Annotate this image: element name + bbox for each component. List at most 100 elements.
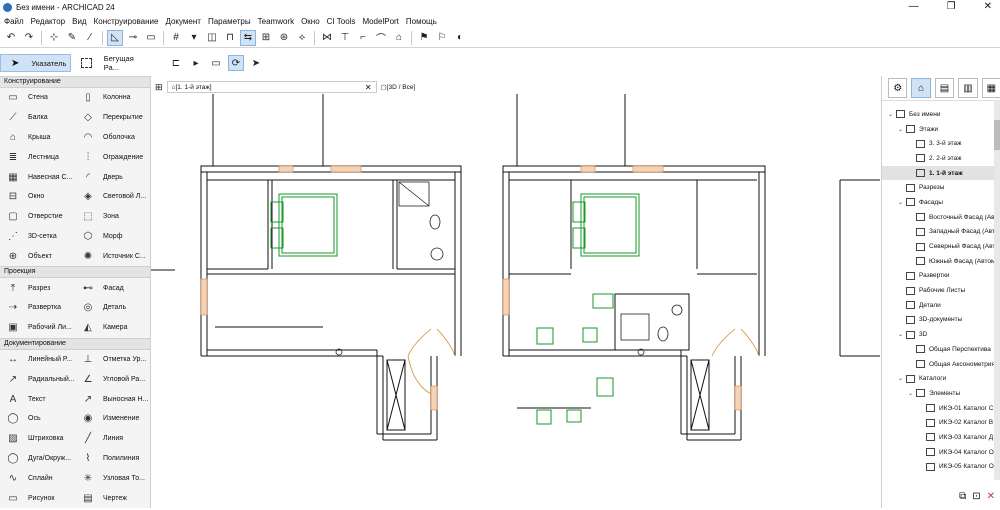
navigator-item[interactable]: ИКЭ-04 Каталог О [882,445,1000,460]
navigator-item[interactable]: ⌄ Фасады [882,195,1000,210]
tool-stair[interactable]: ≣ Лестница [0,147,75,167]
chevron-down-icon[interactable]: ⌄ [908,390,916,397]
gravity-icon[interactable]: ▭ [143,30,159,46]
navigator-item[interactable]: 1. 1-й этаж [882,165,1000,181]
navigator-item[interactable]: Детали [882,298,1000,313]
new-view-icon[interactable]: ⧉ [959,491,966,502]
rotate-selection-icon[interactable]: ⟳ [228,55,244,71]
arrow-right-icon[interactable]: ▸ [188,55,204,71]
split-icon[interactable]: ⋈ [319,30,335,46]
tool-fill[interactable]: ▨ Штриховка [0,429,75,449]
tool-polyline[interactable]: ⌇ Полилиния [75,449,150,469]
tool-door[interactable]: ◜ Дверь [75,167,150,187]
lock-icon[interactable]: ⊓ [222,30,238,46]
view-grid-icon[interactable]: ⊞ [155,82,163,93]
maximize-button[interactable]: ❐ [947,0,956,14]
tool-radial-dimension[interactable]: ↗ Радиальный... [0,369,75,389]
delete-icon[interactable]: ✕ [987,491,995,502]
tool-window[interactable]: ⊟ Окно [0,187,75,207]
tab-floor-plan[interactable]: ⌂ [1. 1-й этаж] ✕ [166,81,377,93]
tool-change[interactable]: ◉ Изменение [75,409,150,429]
layer-icon[interactable]: ◫ [204,30,220,46]
tool-section[interactable]: ⤒ Разрез [0,278,75,298]
layout-book-icon[interactable]: ▥ [958,78,978,98]
tool-slab[interactable]: ◇ Перекрытие [75,108,150,128]
pointer-tool[interactable]: ➤ Указатель [0,54,71,72]
view-map-icon[interactable]: ▤ [934,78,955,98]
tool-line[interactable]: ╱ Линия [75,429,150,449]
tool-drawing[interactable]: ▤ Чертеж [75,488,150,508]
navigator-item[interactable]: Общая Аксонометрия [882,357,1000,372]
project-map-icon[interactable]: ⌂ [911,78,931,98]
menu-document[interactable]: Документ [165,17,201,26]
close-window-button[interactable]: ✕ [984,0,992,14]
floor-plan-drawing[interactable] [151,94,880,508]
cursor-icon[interactable]: ➤ [248,55,264,71]
arrow-down-icon[interactable]: ▾ [186,30,202,46]
navigator-item[interactable]: ИКЭ-03 Каталог Д [882,430,1000,445]
tool-opening[interactable]: ▢ Отверстие [0,207,75,227]
navigator-item[interactable]: Восточный Фасад (Авт [882,210,1000,225]
navigator-settings-icon[interactable]: ⚙ [888,78,908,98]
marquee-tool[interactable]: Бегущая Ра... [71,54,150,72]
clone-icon[interactable]: ⊡ [972,491,980,502]
adjust-icon[interactable]: ⊤ [337,30,353,46]
toolbox-section-header[interactable]: Конструирование [0,76,150,88]
publisher-icon[interactable]: ▦ [981,78,1000,98]
geometry-method-icon[interactable]: ⊏ [168,55,184,71]
intersect-icon[interactable]: ⌐ [355,30,371,46]
tool-object[interactable]: ⊕ Объект [0,246,75,266]
menu-edit[interactable]: Редактор [31,17,65,26]
navigator-item[interactable]: Рабочие Листы [882,283,1000,298]
menu-view[interactable]: Вид [72,17,86,26]
offset-icon[interactable]: ⌂ [391,30,407,46]
trace-icon[interactable]: ⇆ [240,29,256,46]
tool-linear-dimension[interactable]: ↔ Линейный Р... [0,350,75,370]
tool-detail[interactable]: ◎ Деталь [75,298,150,318]
navigator-item[interactable]: ⌄ Этажи [882,122,1000,137]
navigator-item[interactable]: Развертки [882,269,1000,284]
tool-grid[interactable]: ◯ Ось [0,409,75,429]
tool-lamp[interactable]: ✺ Источник С... [75,246,150,266]
tool-zone[interactable]: ⬚ Зона [75,207,150,227]
navigator-item[interactable]: ИКЭ-05 Каталог О [882,460,1000,475]
menu-options[interactable]: Параметры [208,17,251,26]
rotate-view-icon[interactable]: ⊛ [276,30,292,46]
navigator-item[interactable]: ⌄ 3D [882,327,1000,342]
fillet-icon[interactable]: ⌒ [373,30,389,46]
navigator-item[interactable]: ⌄ Без имени [882,107,1000,122]
chevron-down-icon[interactable]: ⌄ [898,375,906,382]
menu-help[interactable]: Помощь [406,17,437,26]
tool-label[interactable]: ↗ Выносная Н... [75,389,150,409]
navigator-scrollbar[interactable] [994,100,1000,480]
navigator-item[interactable]: Северный Фасад (Авто [882,239,1000,254]
rectangle-select-icon[interactable]: ▭ [208,55,224,71]
tool-arc[interactable]: ◯ Дуга/Окруж... [0,449,75,469]
marker-icon[interactable]: ⚐ [434,30,450,46]
menu-design[interactable]: Конструирование [94,17,159,26]
chevron-down-icon[interactable]: ⌄ [898,199,906,206]
tool-railing[interactable]: ⫶ Ограждение [75,147,150,167]
menu-ci-tools[interactable]: CI Tools [327,17,356,26]
menu-modelport[interactable]: ModelPort [362,17,398,26]
inject-icon[interactable]: ⁄ [82,30,98,46]
navigator-item[interactable]: 3. 3-й этаж [882,136,1000,151]
select-tool-icon[interactable]: ⊹ [46,30,62,46]
chevron-down-icon[interactable]: ⌄ [888,111,896,118]
menu-teamwork[interactable]: Teamwork [258,17,294,26]
tool-shell[interactable]: ◠ Оболочка [75,128,150,148]
pick-up-icon[interactable]: ✎ [64,30,80,46]
redo-icon[interactable]: ↷ [21,30,37,46]
navigator-item[interactable]: ⌄ Каталоги [882,371,1000,386]
tool-hotspot[interactable]: ✳ Узловая То... [75,468,150,488]
toolbox-section-header[interactable]: Проекция [0,266,150,279]
tool-spline[interactable]: ∿ Сплайн [0,468,75,488]
teamwork-icon[interactable]: ⟡ [294,30,310,46]
navigator-item[interactable]: Разрезы [882,180,1000,195]
tool-worksheet[interactable]: ▣ Рабочий Ли... [0,318,75,338]
navigator-item[interactable]: ИКЭ-02 Каталог В [882,415,1000,430]
menu-file[interactable]: Файл [4,17,24,26]
tool-level-dimension[interactable]: ⊥ Отметка Ур... [75,350,150,370]
zoom-icon[interactable]: ⊞ [258,30,274,46]
undo-icon[interactable]: ↶ [3,30,19,46]
